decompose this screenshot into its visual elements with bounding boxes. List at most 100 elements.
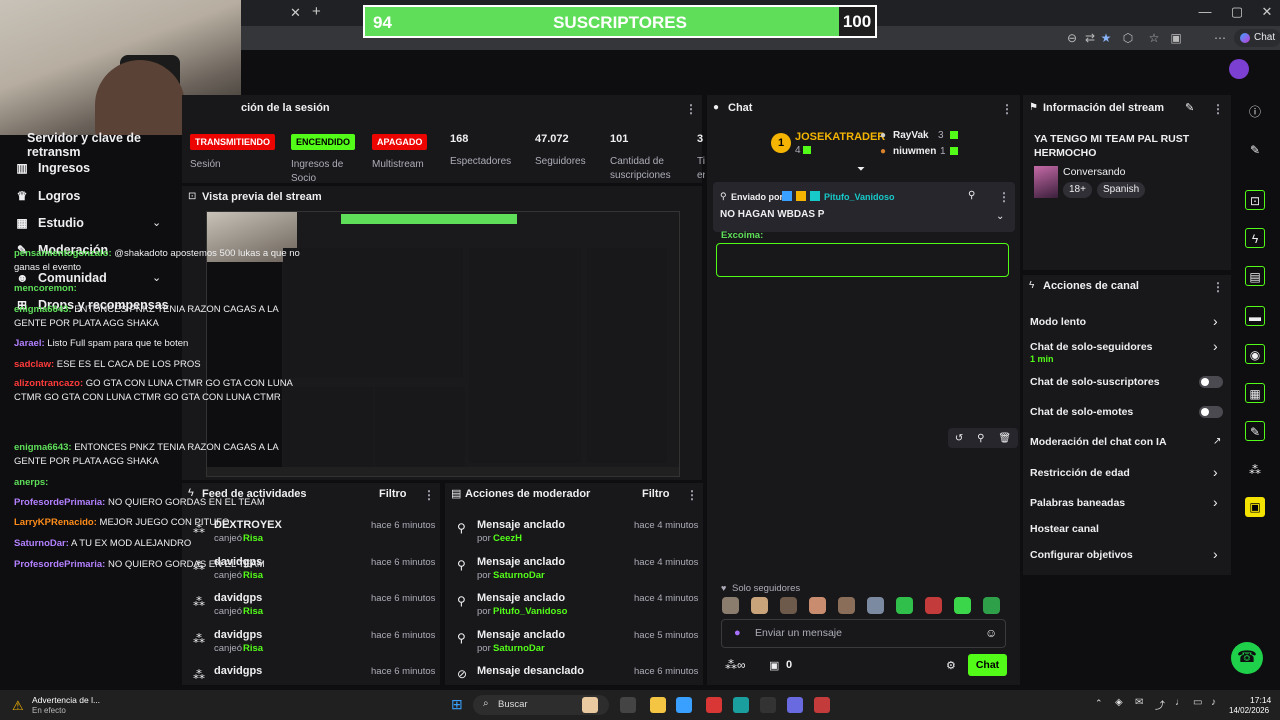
pencil-icon[interactable]: ✎ bbox=[1245, 140, 1265, 160]
warning-title[interactable]: Advertencia de l... bbox=[32, 695, 100, 705]
emote-icon[interactable] bbox=[838, 597, 855, 614]
emote-icon[interactable] bbox=[809, 597, 826, 614]
collections-icon[interactable]: ▣ bbox=[1168, 30, 1184, 46]
emoji-icon[interactable]: ☺ bbox=[985, 626, 997, 640]
chat-username[interactable]: mencoremon: bbox=[14, 283, 77, 294]
mod-user[interactable]: CeezH bbox=[493, 533, 522, 544]
emote-icon[interactable] bbox=[867, 597, 884, 614]
bookmark-star-icon[interactable]: ★ bbox=[1098, 30, 1114, 46]
channel-action-label[interactable]: Chat de solo-emotes bbox=[1030, 406, 1133, 418]
chat-username[interactable]: anerps: bbox=[14, 477, 48, 488]
windows-start-icon[interactable]: ⊞ bbox=[451, 696, 463, 713]
third-gifter-name[interactable]: niuwmen bbox=[893, 146, 936, 157]
activity-filter-button[interactable]: Filtro bbox=[379, 488, 407, 500]
category-name[interactable]: Conversando bbox=[1063, 166, 1125, 178]
sidebar-header[interactable]: Servidor y clave de retransm bbox=[27, 131, 180, 159]
obs-icon[interactable] bbox=[760, 697, 776, 713]
reply-icon[interactable]: ↺ bbox=[955, 433, 963, 444]
send-chat-button[interactable]: Chat bbox=[968, 654, 1007, 676]
chat-username[interactable]: sadclaw: bbox=[14, 359, 54, 370]
category-thumbnail[interactable] bbox=[1034, 166, 1058, 198]
kebab-menu-icon[interactable]: ⋮ bbox=[1212, 280, 1224, 294]
mod-user[interactable]: SaturnoDar bbox=[493, 643, 545, 654]
emote-icon[interactable] bbox=[722, 597, 739, 614]
chat-username[interactable]: pensamientogonzalo: bbox=[14, 248, 112, 259]
channel-action-label[interactable]: Moderación del chat con IA bbox=[1030, 436, 1167, 448]
mod-filter-button[interactable]: Filtro bbox=[642, 488, 670, 500]
emote-icon[interactable] bbox=[896, 597, 913, 614]
taskbar-date[interactable]: 14/02/2026 bbox=[1229, 706, 1269, 715]
more-menu-icon[interactable]: ⋯ bbox=[1212, 30, 1228, 46]
channel-action-label[interactable]: Chat de solo-seguidores bbox=[1030, 341, 1153, 353]
emote-icon[interactable] bbox=[925, 597, 942, 614]
delete-icon[interactable]: 🗑 bbox=[998, 433, 1011, 444]
tag-pill[interactable]: Spanish bbox=[1097, 182, 1146, 198]
new-tab-icon[interactable]: + bbox=[312, 3, 321, 20]
chat-bubble-icon[interactable]: ▬ bbox=[1245, 306, 1265, 326]
unpin-icon[interactable]: ⚲ bbox=[968, 190, 975, 201]
office-icon[interactable] bbox=[706, 697, 722, 713]
camera-icon[interactable]: ⊡ bbox=[1245, 190, 1265, 210]
chevron-right-icon[interactable]: › bbox=[1213, 546, 1218, 562]
chat-username[interactable]: SaturnoDar: bbox=[14, 538, 69, 549]
tag-pill[interactable]: 18+ bbox=[1063, 182, 1092, 198]
tray-mic-icon[interactable]: ♩ bbox=[1175, 697, 1185, 708]
window-close-icon[interactable]: ✕ bbox=[1252, 4, 1280, 22]
teeth-app-icon[interactable] bbox=[582, 697, 598, 713]
copilot-app-icon[interactable] bbox=[676, 697, 692, 713]
external-link-icon[interactable]: ↗ bbox=[1213, 436, 1221, 447]
channel-action-label[interactable]: Chat de solo-suscriptores bbox=[1030, 376, 1160, 388]
extensions-icon[interactable]: ⬡ bbox=[1120, 30, 1136, 46]
pinned-user[interactable]: Pitufo_Vanidoso bbox=[824, 192, 895, 202]
edge-icon[interactable] bbox=[733, 697, 749, 713]
kebab-menu-icon[interactable]: ⋮ bbox=[686, 488, 698, 502]
zoom-icon[interactable]: ⊖ bbox=[1064, 30, 1080, 46]
store-icon[interactable]: ▣ bbox=[769, 659, 779, 672]
chat-username[interactable]: alizontrancazo: bbox=[14, 378, 83, 389]
kebab-menu-icon[interactable]: ⋮ bbox=[423, 488, 435, 502]
kebab-menu-icon[interactable]: ⋮ bbox=[998, 190, 1010, 204]
chat-username[interactable]: ProfesordePrimaria: bbox=[14, 497, 105, 508]
sidebar-item-ingresos[interactable]: ▥ Ingresos bbox=[16, 158, 90, 178]
chat-input[interactable]: ● Enviar un mensaje ☺ bbox=[721, 619, 1006, 648]
kebab-menu-icon[interactable]: ⋮ bbox=[1212, 102, 1224, 116]
copilot-chat-button[interactable]: Chat bbox=[1234, 29, 1280, 47]
taskbar-time[interactable]: 17:14 bbox=[1250, 695, 1271, 705]
tray-mail-icon[interactable]: ✉ bbox=[1135, 697, 1143, 708]
top-gifter-name[interactable]: JOSEKATRADER bbox=[795, 131, 885, 143]
info-circle-icon[interactable]: ⓘ bbox=[1245, 102, 1265, 122]
tray-volume-icon[interactable]: ♪ bbox=[1211, 697, 1216, 708]
toggle-switch[interactable] bbox=[1199, 376, 1223, 388]
file-explorer-icon[interactable] bbox=[620, 697, 636, 713]
chevron-right-icon[interactable]: › bbox=[1213, 464, 1218, 480]
chat-username[interactable]: ProfesordePrimaria: bbox=[14, 559, 105, 570]
clapper-icon[interactable]: ▣ bbox=[1245, 497, 1265, 517]
channel-points-icon[interactable]: ⁂∞ bbox=[725, 658, 746, 672]
feed-user[interactable]: davidgps bbox=[214, 592, 262, 604]
sidebar-item-estudio[interactable]: ▦ Estudio bbox=[16, 213, 84, 233]
broadcast-icon[interactable]: ◉ bbox=[1245, 344, 1265, 364]
app-red-icon[interactable] bbox=[814, 697, 830, 713]
points-icon[interactable]: ⁂ bbox=[1245, 460, 1265, 480]
wrench-icon[interactable]: ✎ bbox=[1245, 421, 1265, 441]
emote-icon[interactable] bbox=[751, 597, 768, 614]
tray-network-icon[interactable]: ▭ bbox=[1193, 697, 1202, 708]
channel-action-label[interactable]: Palabras baneadas bbox=[1030, 497, 1125, 509]
document-icon[interactable]: ▤ bbox=[1245, 266, 1265, 286]
tray-app-icon[interactable]: ◈ bbox=[1115, 697, 1123, 708]
pin-icon[interactable]: ⚲ bbox=[977, 433, 984, 444]
channel-action-label[interactable]: Modo lento bbox=[1030, 316, 1086, 328]
close-tab-icon[interactable]: ✕ bbox=[290, 5, 301, 21]
chevron-right-icon[interactable]: › bbox=[1213, 313, 1218, 329]
user-avatar[interactable] bbox=[1229, 59, 1249, 79]
favorites-icon[interactable]: ☆ bbox=[1146, 30, 1162, 46]
feed-user[interactable]: davidgps bbox=[214, 629, 262, 641]
mod-user[interactable]: Pitufo_Vanidoso bbox=[493, 606, 567, 617]
kebab-menu-icon[interactable]: ⋮ bbox=[685, 102, 697, 116]
collapse-leaderboard-icon[interactable]: ⏷ bbox=[857, 164, 865, 175]
tray-chevron-icon[interactable]: ⌃ bbox=[1095, 698, 1103, 709]
chevron-down-icon[interactable]: ⌄ bbox=[996, 211, 1004, 222]
feed-user[interactable]: davidgps bbox=[214, 665, 262, 677]
kebab-menu-icon[interactable]: ⋮ bbox=[1001, 102, 1013, 116]
emote-icon[interactable] bbox=[954, 597, 971, 614]
